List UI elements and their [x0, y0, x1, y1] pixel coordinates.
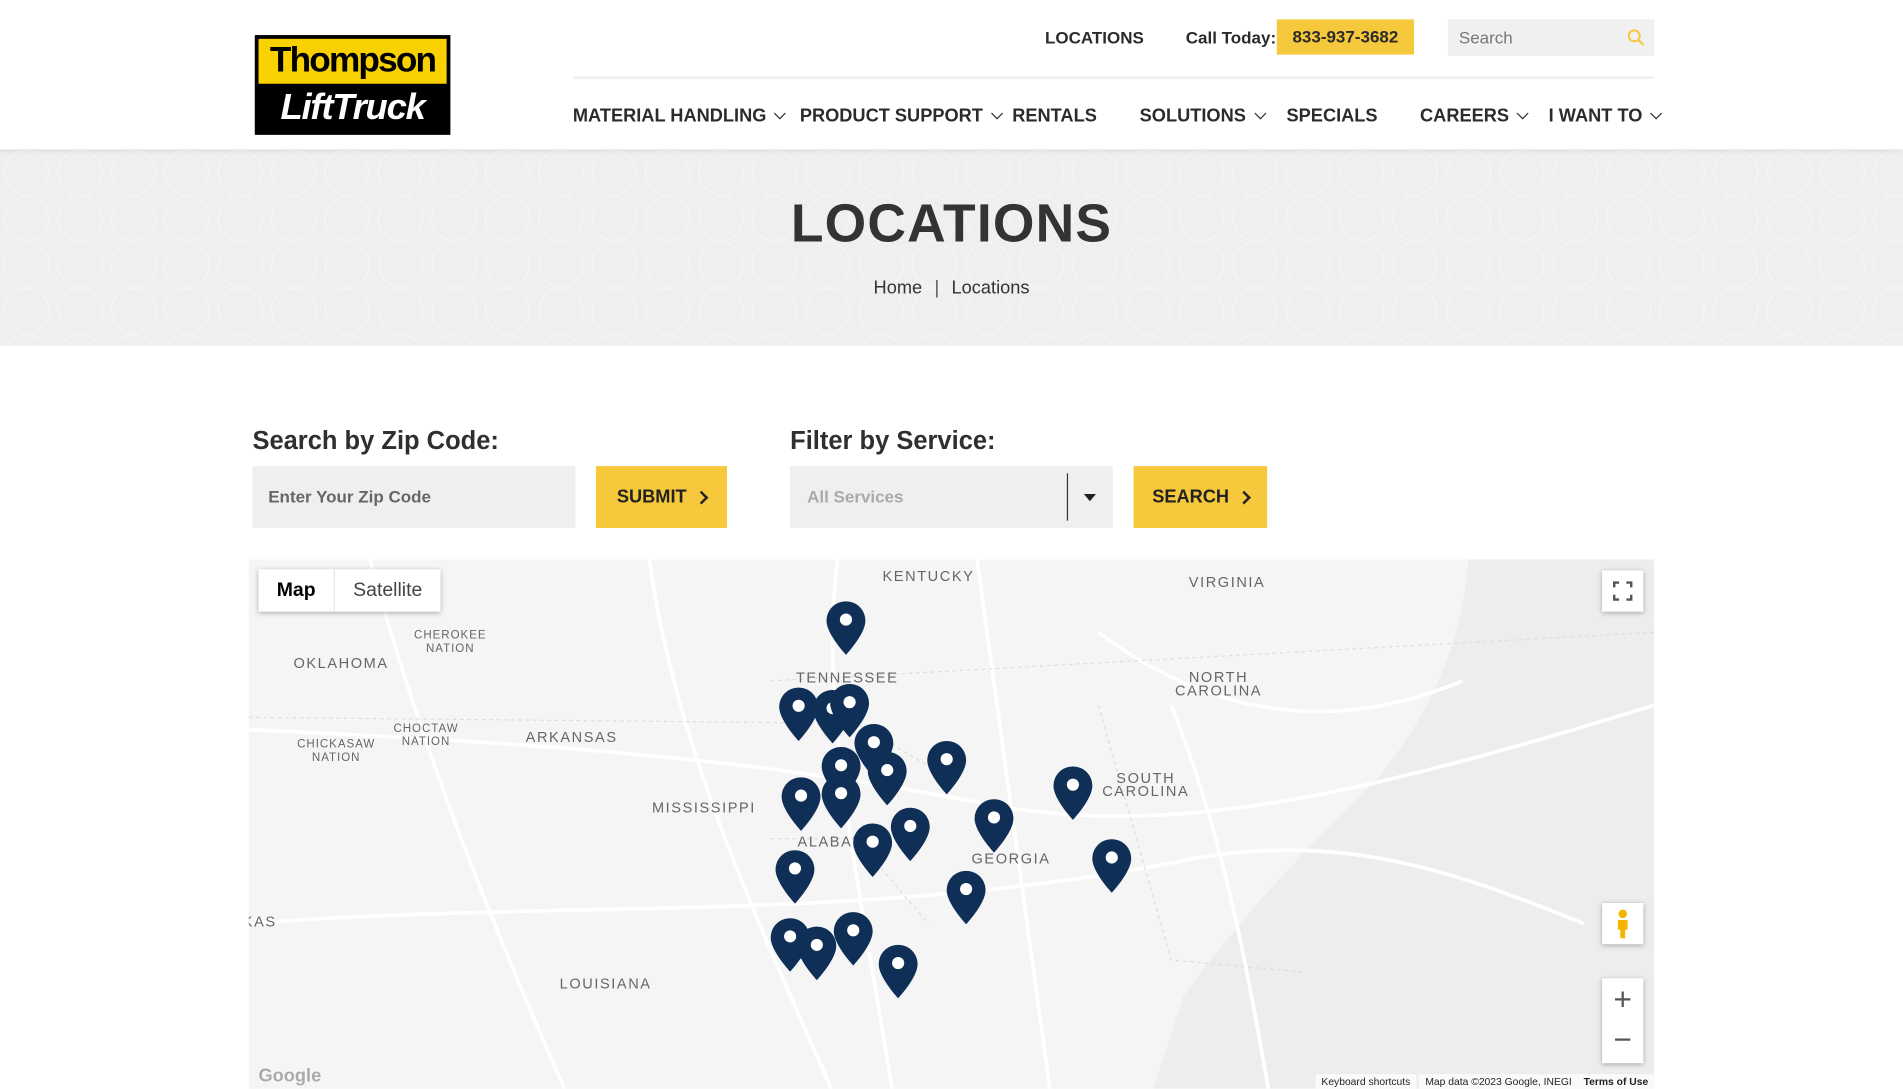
map-label: KENTUCKY [882, 567, 975, 585]
google-logo: Google [258, 1065, 322, 1087]
locations-link[interactable]: LOCATIONS [1045, 28, 1144, 47]
location-marker[interactable] [820, 774, 861, 830]
map-label: ARKANSAS [525, 728, 618, 746]
nav-item-specials[interactable]: SPECIALS [1287, 106, 1378, 127]
zoom-control: + − [1602, 978, 1644, 1064]
location-marker[interactable] [890, 807, 931, 863]
chevron-down-icon [774, 107, 787, 120]
location-marker[interactable] [926, 740, 967, 796]
location-marker[interactable] [833, 911, 874, 967]
search-icon[interactable] [1626, 28, 1645, 47]
map-label: CHOCTAW NATION [393, 722, 459, 749]
breadcrumb-separator: | [934, 277, 940, 299]
chevron-right-icon [1236, 490, 1251, 504]
map-data-attribution: Map data ©2023 Google, INEGI [1419, 1074, 1578, 1089]
search-button[interactable]: SEARCH [1133, 466, 1268, 528]
map-label: OKLAHOMA [293, 654, 389, 672]
chevron-down-icon [1650, 107, 1663, 120]
map-label: LOUISIANA [559, 975, 652, 993]
breadcrumb-home[interactable]: Home [874, 278, 923, 299]
map-label: VIRGINIA [1188, 573, 1266, 591]
location-marker[interactable] [878, 944, 919, 1000]
chevron-right-icon [694, 490, 709, 504]
chevron-down-icon [1517, 107, 1530, 120]
submit-button[interactable]: SUBMIT [595, 466, 728, 528]
zip-code-input[interactable]: Enter Your Zip Code [252, 466, 576, 528]
breadcrumb: Home | Locations [0, 278, 1903, 299]
location-marker[interactable] [1052, 765, 1093, 821]
nav-item-product-support[interactable]: PRODUCT SUPPORT [800, 106, 1003, 126]
site-header: Thompson LiftTruck LOCATIONS Call Today:… [0, 0, 1903, 150]
keyboard-shortcuts-link[interactable]: Keyboard shortcuts [1315, 1074, 1417, 1089]
chevron-down-icon [1253, 107, 1266, 120]
fullscreen-button[interactable] [1602, 570, 1644, 612]
call-label: Call Today: [1185, 27, 1277, 48]
map-type-map-button[interactable]: Map [259, 569, 335, 612]
service-select[interactable]: All Services [790, 466, 1113, 528]
page-title: LOCATIONS [790, 194, 1113, 254]
map-label: MISSISSIPPI [651, 799, 756, 817]
map-label: SOUTH CAROLINA [1102, 769, 1190, 800]
location-marker[interactable] [780, 776, 821, 832]
zip-search-label: Search by Zip Code: [252, 427, 499, 456]
location-marker[interactable] [1091, 838, 1132, 894]
fullscreen-icon [1613, 581, 1633, 601]
map-label: KAS [249, 913, 277, 931]
map-label: CHICKASAW NATION [297, 737, 376, 765]
service-filter-label: Filter by Service: [790, 427, 996, 456]
header-divider [572, 76, 1655, 79]
zoom-out-button[interactable]: − [1602, 1021, 1643, 1063]
nav-item-solutions[interactable]: SOLUTIONS [1140, 106, 1266, 126]
nav-item-careers[interactable]: CAREERS [1420, 106, 1530, 126]
chevron-down-icon [990, 107, 1003, 120]
search-input[interactable]: Search [1447, 19, 1655, 56]
map-type-satellite-button[interactable]: Satellite [335, 569, 440, 611]
map-label: CHEROKEE NATION [414, 628, 487, 656]
map-type-control: Map Satellite [258, 569, 441, 612]
location-marker[interactable] [774, 849, 815, 905]
location-marker[interactable] [867, 751, 908, 807]
location-marker[interactable] [796, 925, 837, 981]
location-marker[interactable] [973, 798, 1014, 854]
nav-item-rentals[interactable]: RENTALS [1012, 106, 1097, 127]
map-label: GEORGIA [971, 850, 1051, 868]
nav-item-material-handling[interactable]: MATERIAL HANDLING [573, 106, 787, 126]
select-divider [1066, 473, 1069, 521]
map-label: NORTH CAROLINA [1175, 668, 1263, 700]
logo[interactable]: Thompson LiftTruck [254, 35, 451, 135]
breadcrumb-current: Locations [951, 277, 1030, 299]
street-view-pegman[interactable] [1602, 902, 1644, 945]
nav-item-i-want-to[interactable]: I WANT TO [1549, 106, 1663, 126]
zoom-in-button[interactable]: + [1602, 978, 1643, 1020]
location-marker[interactable] [945, 870, 986, 926]
terms-of-use-link[interactable]: Terms of Use [1577, 1074, 1655, 1089]
caret-down-icon [1083, 493, 1096, 502]
location-marker[interactable] [852, 822, 893, 878]
locations-map[interactable]: KENTUCKY VIRGINIA OKLAHOMA CHEROKEE NATION T… [248, 559, 1655, 1089]
pegman-icon [1617, 909, 1628, 939]
location-marker[interactable] [825, 600, 866, 656]
phone-button[interactable]: 833-937-3682 [1276, 19, 1414, 55]
